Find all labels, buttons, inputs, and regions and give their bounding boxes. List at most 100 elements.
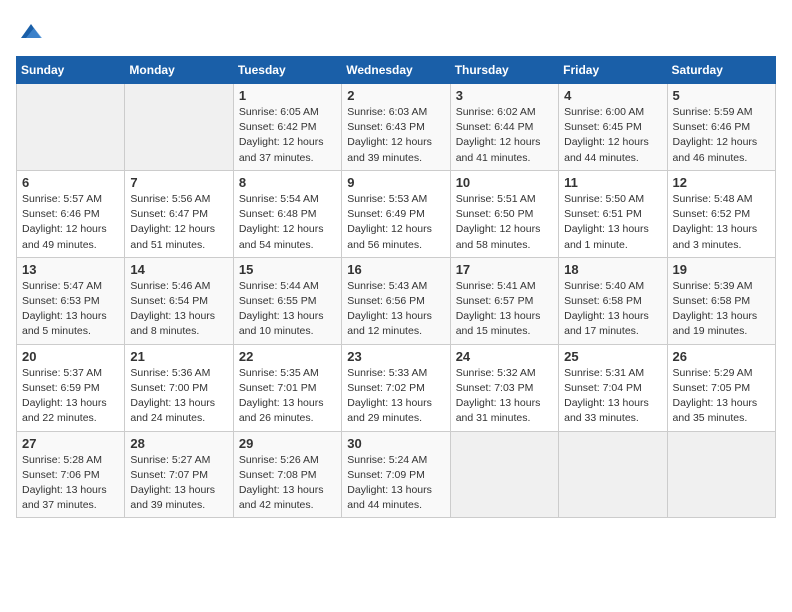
day-number: 10 (456, 175, 553, 190)
day-number: 23 (347, 349, 444, 364)
calendar-cell: 15 Sunrise: 5:44 AM Sunset: 6:55 PM Dayli… (233, 257, 341, 344)
calendar-cell: 8Sunrise: 5:54 AM Sunset: 6:48 PM Daylig… (233, 170, 341, 257)
week-row-4: 20 Sunrise: 5:37 AM Sunset: 6:59 PM Dayli… (17, 344, 776, 431)
day-number: 1 (239, 88, 336, 103)
day-info: Sunrise: 6:02 AM Sunset: 6:44 PM Dayligh… (456, 105, 553, 166)
calendar-cell: 11 Sunrise: 5:50 AM Sunset: 6:51 PM Dayli… (559, 170, 667, 257)
calendar-cell: 10 Sunrise: 5:51 AM Sunset: 6:50 PM Dayli… (450, 170, 558, 257)
calendar-cell: 17Sunrise: 5:41 AM Sunset: 6:57 PM Dayli… (450, 257, 558, 344)
day-header-sunday: Sunday (17, 57, 125, 84)
day-info: Sunrise: 5:26 AM Sunset: 7:08 PM Dayligh… (239, 453, 336, 514)
day-info: Sunrise: 5:24 AM Sunset: 7:09 PM Dayligh… (347, 453, 444, 514)
calendar-cell (667, 431, 775, 518)
day-number: 13 (22, 262, 119, 277)
day-number: 22 (239, 349, 336, 364)
calendar-cell: 18 Sunrise: 5:40 AM Sunset: 6:58 PM Dayli… (559, 257, 667, 344)
day-number: 19 (673, 262, 770, 277)
day-number: 14 (130, 262, 227, 277)
calendar-cell (559, 431, 667, 518)
day-header-friday: Friday (559, 57, 667, 84)
calendar-cell: 4Sunrise: 6:00 AM Sunset: 6:45 PM Daylig… (559, 84, 667, 171)
day-number: 29 (239, 436, 336, 451)
day-info: Sunrise: 6:00 AM Sunset: 6:45 PM Dayligh… (564, 105, 661, 166)
calendar-cell: 21Sunrise: 5:36 AM Sunset: 7:00 PM Dayli… (125, 344, 233, 431)
week-row-1: 1 Sunrise: 6:05 AM Sunset: 6:42 PM Daylig… (17, 84, 776, 171)
calendar-cell: 2 Sunrise: 6:03 AM Sunset: 6:43 PM Daylig… (342, 84, 450, 171)
day-info: Sunrise: 5:57 AM Sunset: 6:46 PM Dayligh… (22, 192, 119, 253)
day-info: Sunrise: 5:32 AM Sunset: 7:03 PM Dayligh… (456, 366, 553, 427)
calendar-cell: 13Sunrise: 5:47 AM Sunset: 6:53 PM Dayli… (17, 257, 125, 344)
week-row-3: 13Sunrise: 5:47 AM Sunset: 6:53 PM Dayli… (17, 257, 776, 344)
day-number: 9 (347, 175, 444, 190)
calendar-cell: 12Sunrise: 5:48 AM Sunset: 6:52 PM Dayli… (667, 170, 775, 257)
day-info: Sunrise: 5:43 AM Sunset: 6:56 PM Dayligh… (347, 279, 444, 340)
calendar-cell: 28 Sunrise: 5:27 AM Sunset: 7:07 PM Dayli… (125, 431, 233, 518)
day-info: Sunrise: 5:37 AM Sunset: 6:59 PM Dayligh… (22, 366, 119, 427)
logo (16, 16, 50, 46)
page-header (16, 16, 776, 46)
day-header-thursday: Thursday (450, 57, 558, 84)
calendar-cell: 29 Sunrise: 5:26 AM Sunset: 7:08 PM Dayli… (233, 431, 341, 518)
day-info: Sunrise: 5:59 AM Sunset: 6:46 PM Dayligh… (673, 105, 770, 166)
day-number: 16 (347, 262, 444, 277)
day-number: 18 (564, 262, 661, 277)
day-number: 24 (456, 349, 553, 364)
calendar-cell: 9 Sunrise: 5:53 AM Sunset: 6:49 PM Daylig… (342, 170, 450, 257)
calendar-cell: 30 Sunrise: 5:24 AM Sunset: 7:09 PM Dayli… (342, 431, 450, 518)
day-number: 2 (347, 88, 444, 103)
calendar-cell: 19 Sunrise: 5:39 AM Sunset: 6:58 PM Dayli… (667, 257, 775, 344)
day-info: Sunrise: 5:46 AM Sunset: 6:54 PM Dayligh… (130, 279, 227, 340)
day-info: Sunrise: 6:03 AM Sunset: 6:43 PM Dayligh… (347, 105, 444, 166)
day-number: 21 (130, 349, 227, 364)
day-info: Sunrise: 5:44 AM Sunset: 6:55 PM Dayligh… (239, 279, 336, 340)
calendar-cell (125, 84, 233, 171)
day-info: Sunrise: 5:39 AM Sunset: 6:58 PM Dayligh… (673, 279, 770, 340)
day-info: Sunrise: 5:53 AM Sunset: 6:49 PM Dayligh… (347, 192, 444, 253)
day-number: 5 (673, 88, 770, 103)
day-number: 20 (22, 349, 119, 364)
day-info: Sunrise: 6:05 AM Sunset: 6:42 PM Dayligh… (239, 105, 336, 166)
logo-icon (16, 16, 46, 46)
day-number: 30 (347, 436, 444, 451)
day-header-tuesday: Tuesday (233, 57, 341, 84)
calendar-cell: 5 Sunrise: 5:59 AM Sunset: 6:46 PM Daylig… (667, 84, 775, 171)
calendar-cell: 26Sunrise: 5:29 AM Sunset: 7:05 PM Dayli… (667, 344, 775, 431)
day-info: Sunrise: 5:40 AM Sunset: 6:58 PM Dayligh… (564, 279, 661, 340)
day-number: 6 (22, 175, 119, 190)
calendar-cell (17, 84, 125, 171)
day-info: Sunrise: 5:48 AM Sunset: 6:52 PM Dayligh… (673, 192, 770, 253)
day-info: Sunrise: 5:56 AM Sunset: 6:47 PM Dayligh… (130, 192, 227, 253)
calendar-cell: 7 Sunrise: 5:56 AM Sunset: 6:47 PM Daylig… (125, 170, 233, 257)
calendar-cell: 3 Sunrise: 6:02 AM Sunset: 6:44 PM Daylig… (450, 84, 558, 171)
day-info: Sunrise: 5:54 AM Sunset: 6:48 PM Dayligh… (239, 192, 336, 253)
calendar-cell (450, 431, 558, 518)
calendar-cell: 20 Sunrise: 5:37 AM Sunset: 6:59 PM Dayli… (17, 344, 125, 431)
day-header-saturday: Saturday (667, 57, 775, 84)
day-number: 3 (456, 88, 553, 103)
day-number: 25 (564, 349, 661, 364)
day-number: 27 (22, 436, 119, 451)
calendar-cell: 22 Sunrise: 5:35 AM Sunset: 7:01 PM Dayli… (233, 344, 341, 431)
calendar-cell: 16 Sunrise: 5:43 AM Sunset: 6:56 PM Dayli… (342, 257, 450, 344)
day-number: 11 (564, 175, 661, 190)
calendar-cell: 23 Sunrise: 5:33 AM Sunset: 7:02 PM Dayli… (342, 344, 450, 431)
days-header-row: SundayMondayTuesdayWednesdayThursdayFrid… (17, 57, 776, 84)
day-info: Sunrise: 5:51 AM Sunset: 6:50 PM Dayligh… (456, 192, 553, 253)
day-number: 15 (239, 262, 336, 277)
day-number: 7 (130, 175, 227, 190)
calendar-table: SundayMondayTuesdayWednesdayThursdayFrid… (16, 56, 776, 518)
day-info: Sunrise: 5:27 AM Sunset: 7:07 PM Dayligh… (130, 453, 227, 514)
calendar-cell: 14 Sunrise: 5:46 AM Sunset: 6:54 PM Dayli… (125, 257, 233, 344)
day-number: 17 (456, 262, 553, 277)
day-number: 28 (130, 436, 227, 451)
day-info: Sunrise: 5:28 AM Sunset: 7:06 PM Dayligh… (22, 453, 119, 514)
day-info: Sunrise: 5:35 AM Sunset: 7:01 PM Dayligh… (239, 366, 336, 427)
day-info: Sunrise: 5:50 AM Sunset: 6:51 PM Dayligh… (564, 192, 661, 253)
calendar-cell: 1 Sunrise: 6:05 AM Sunset: 6:42 PM Daylig… (233, 84, 341, 171)
day-header-monday: Monday (125, 57, 233, 84)
calendar-cell: 24 Sunrise: 5:32 AM Sunset: 7:03 PM Dayli… (450, 344, 558, 431)
calendar-cell: 6 Sunrise: 5:57 AM Sunset: 6:46 PM Daylig… (17, 170, 125, 257)
day-number: 26 (673, 349, 770, 364)
day-info: Sunrise: 5:33 AM Sunset: 7:02 PM Dayligh… (347, 366, 444, 427)
calendar-cell: 27 Sunrise: 5:28 AM Sunset: 7:06 PM Dayli… (17, 431, 125, 518)
